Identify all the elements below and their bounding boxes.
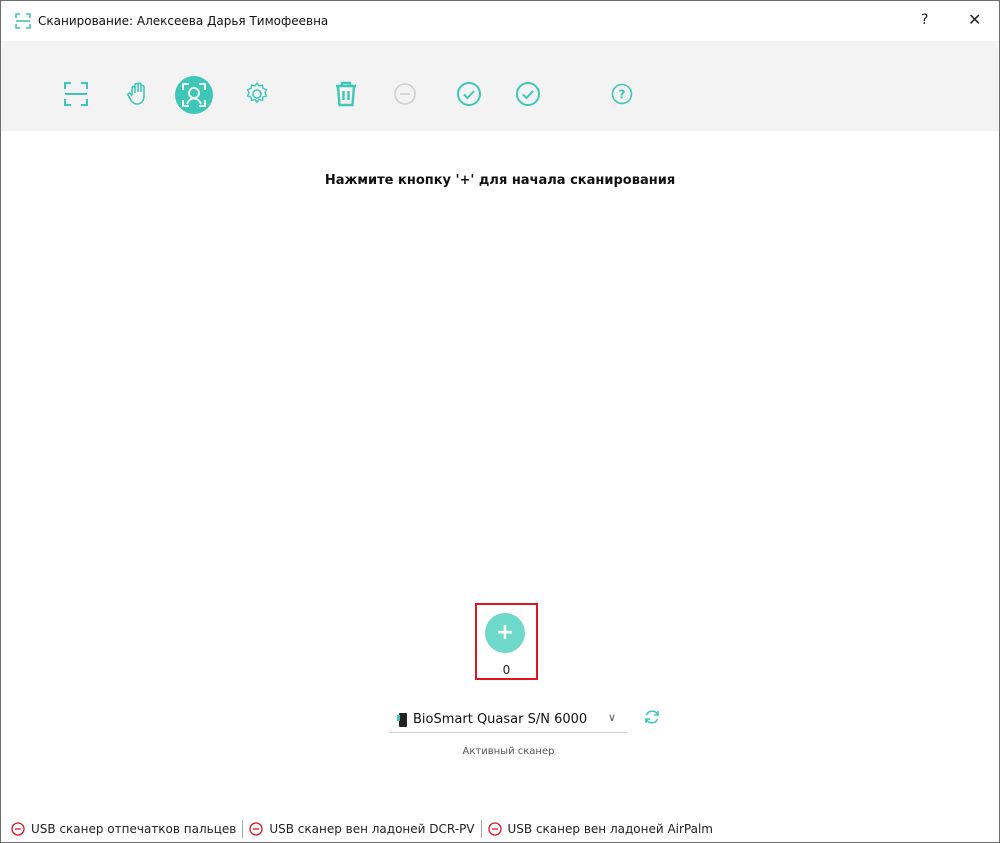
fingerprint-scan-icon <box>64 82 88 106</box>
face-scan-icon <box>182 83 206 107</box>
toolbar: ? <box>1 41 999 131</box>
status-label: USB сканер вен ладоней AirPalm <box>507 822 713 836</box>
minus-circle-icon <box>487 822 502 836</box>
scan-count: 0 <box>502 663 511 677</box>
status-palm-vein-dcr: USB сканер вен ладоней DCR-PV <box>243 822 480 836</box>
close-button[interactable]: ✕ <box>968 10 981 29</box>
help-circle-icon: ? <box>611 83 633 105</box>
title-bar: Сканирование: Алексеева Дарья Тимофеевна… <box>1 1 999 41</box>
selected-scanner: BioSmart Quasar S/N 6000 <box>413 712 588 727</box>
status-bar: USB сканер отпечатков пальцев USB сканер… <box>1 817 999 841</box>
minus-circle-icon <box>394 83 416 105</box>
minus-circle-icon <box>11 822 25 836</box>
trash-icon <box>336 81 356 107</box>
scanner-select[interactable]: BioSmart Quasar S/N 6000 ∨ <box>389 707 628 733</box>
chevron-down-icon: ∨ <box>608 711 617 724</box>
palm-icon <box>127 82 145 105</box>
accept-button[interactable] <box>451 76 487 112</box>
svg-text:?: ? <box>619 88 626 102</box>
status-palm-vein-airpalm: USB сканер вен ладоней AirPalm <box>482 822 719 836</box>
status-label: USB сканер отпечатков пальцев <box>31 822 237 836</box>
minus-circle-icon <box>249 822 263 836</box>
settings-gear-icon <box>246 82 268 104</box>
check-circle-icon <box>457 82 481 106</box>
palm-scan-button[interactable] <box>120 76 156 112</box>
scan-hint-text: Нажмите кнопку '+' для начала сканирован… <box>324 173 676 188</box>
delete-button[interactable] <box>328 76 364 112</box>
help-button[interactable]: ? <box>921 12 928 28</box>
refresh-icon[interactable] <box>643 708 661 726</box>
fingerprint-scan-button[interactable] <box>58 76 94 112</box>
check-circle-icon <box>516 82 540 106</box>
toolbar-help-button[interactable]: ? <box>604 76 640 112</box>
window-title: Сканирование: Алексеева Дарья Тимофеевна <box>38 14 329 28</box>
scanner-device-icon <box>397 712 407 727</box>
add-scan-button[interactable]: + <box>485 613 525 653</box>
active-scanner-caption: Активный сканер <box>462 746 555 757</box>
settings-button[interactable] <box>239 76 275 112</box>
scan-window: Сканирование: Алексеева Дарья Тимофеевна… <box>0 0 1000 843</box>
accept-all-button[interactable] <box>510 76 546 112</box>
status-fingerprint-scanner: USB сканер отпечатков пальцев <box>1 822 242 836</box>
status-label: USB сканер вен ладоней DCR-PV <box>269 822 475 836</box>
face-scan-button[interactable] <box>175 76 213 114</box>
scan-frame-icon <box>15 13 31 29</box>
remove-button[interactable] <box>387 76 423 112</box>
